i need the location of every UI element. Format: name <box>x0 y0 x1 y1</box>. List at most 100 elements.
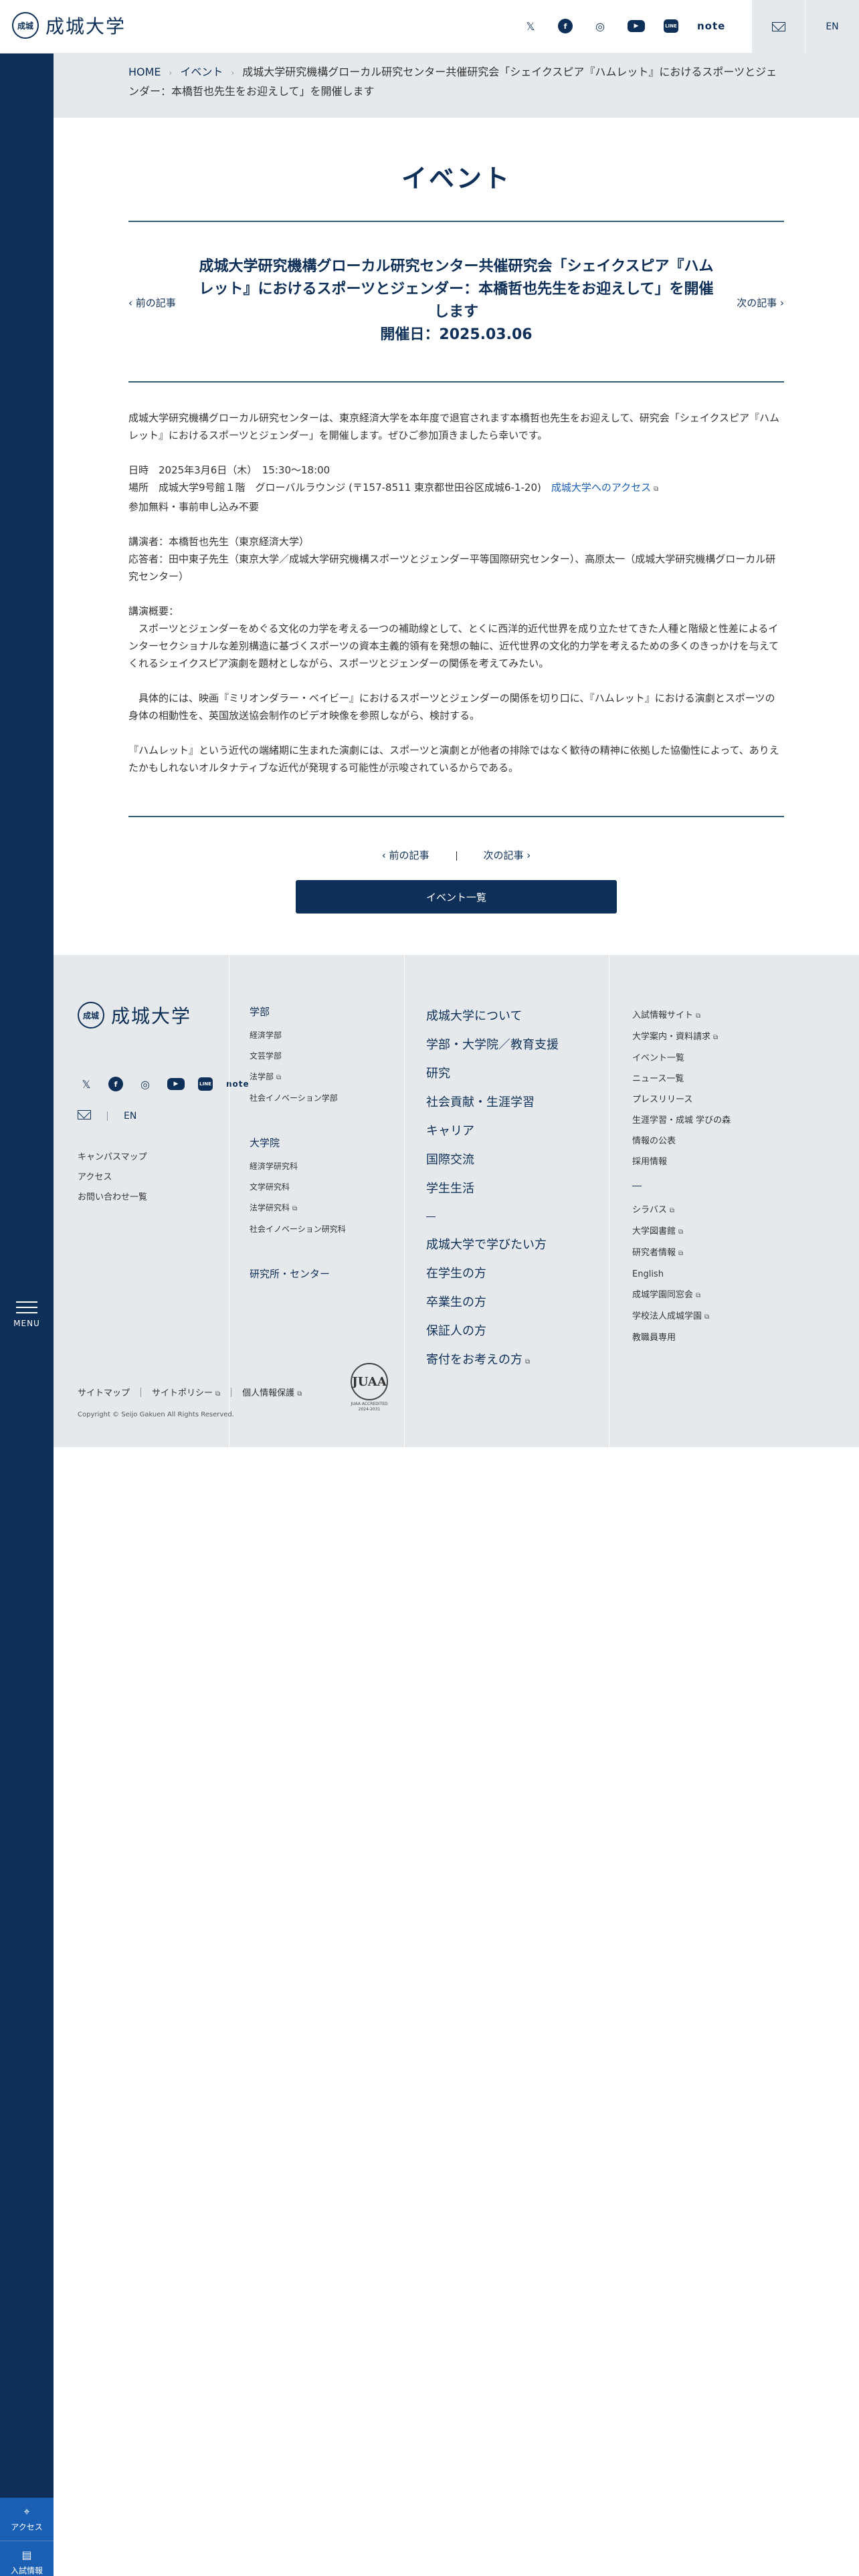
instagram-icon[interactable]: ◎ <box>136 1075 154 1093</box>
campus-map-link[interactable]: キャンパスマップ <box>78 1148 147 1168</box>
accreditation-seal-icon: JUAA <box>351 1363 388 1400</box>
access-link[interactable]: 成城大学へのアクセス ⧉ <box>551 481 658 494</box>
facebook-icon[interactable]: f <box>558 19 573 33</box>
summary-paragraph-3: 『ハムレット』という近代の端緒期に生まれた演劇には、スポーツと演劇とが他者の排除… <box>128 744 779 774</box>
breadcrumb-home[interactable]: HOME <box>128 66 161 78</box>
alumni-association-link[interactable]: 成城学園同窓会 ⧉ <box>632 1285 731 1306</box>
admissions-site-label: 入試情報サイト <box>632 1010 694 1021</box>
note-icon[interactable]: note <box>697 17 725 35</box>
current-students-link[interactable]: 在学生の方 <box>426 1259 559 1288</box>
external-link-icon: ⧉ <box>525 1358 531 1366</box>
document-icon: ▤ <box>21 2548 32 2561</box>
grad-economics-link[interactable]: 経済学研究科 <box>250 1156 346 1177</box>
grad-law-link[interactable]: 法学研究科 ⧉ <box>250 1198 346 1219</box>
graduate-heading[interactable]: 大学院 <box>250 1133 346 1154</box>
external-link-icon: ⧉ <box>669 1207 675 1214</box>
youtube-icon[interactable]: ▶ <box>628 20 645 32</box>
news-list-link[interactable]: ニュース一覧 <box>632 1069 731 1089</box>
menu-button[interactable]: MENU <box>0 1297 54 1328</box>
lifelong-learning-link[interactable]: 生涯学習・成城 学びの森 <box>632 1110 731 1131</box>
social-links: 𝕏 f ◎ ▶ LINE note <box>522 17 725 35</box>
contact-mail-button[interactable] <box>752 0 805 53</box>
prev-article-link-bottom[interactable]: ‹ 前の記事 <box>382 849 430 861</box>
breadcrumb-events[interactable]: イベント <box>180 66 223 78</box>
footer-logo[interactable]: 成城 成城大学 <box>78 1002 191 1029</box>
faculty-economics-link[interactable]: 経済学部 <box>250 1025 338 1046</box>
article-body: 成城大学研究機構グローカル研究センターは、東京経済大学を本年度で退官されます本橋… <box>128 409 784 794</box>
footer-col-main: 成城大学について 学部・大学院／教育支援 研究 社会貢献・生涯学習 キャリア 国… <box>404 955 609 1447</box>
international-link[interactable]: 国際交流 <box>426 1146 559 1174</box>
sitemap-link[interactable]: サイトマップ <box>78 1386 130 1398</box>
footer-col-brand: 成城 成城大学 𝕏 f ◎ ▶ LINE note EN キャンパスマップ アク… <box>54 955 249 1447</box>
about-link[interactable]: 成城大学について <box>426 1002 559 1031</box>
footer-mail-link[interactable] <box>78 1110 91 1122</box>
seijo-gakuen-link[interactable]: 学校法人成城学園 ⧉ <box>632 1306 731 1327</box>
copyright: Copyright © Seijo Gakuen All Rights Rese… <box>78 1411 234 1418</box>
facebook-icon[interactable]: f <box>108 1077 123 1091</box>
brochure-link[interactable]: 大学案内・資料請求 ⧉ <box>632 1027 731 1048</box>
prev-article-link[interactable]: ‹ 前の記事 <box>128 296 176 310</box>
next-article-label: 次の記事 <box>737 297 777 309</box>
instagram-icon[interactable]: ◎ <box>591 17 609 35</box>
staff-only-link[interactable]: 教職員専用 <box>632 1327 731 1348</box>
events-list-link[interactable]: イベント一覧 <box>632 1048 731 1069</box>
faculty-arts-link[interactable]: 文芸学部 <box>250 1046 338 1067</box>
inquiry-list-link[interactable]: お問い合わせ一覧 <box>78 1188 147 1208</box>
prospective-students-link[interactable]: 成城大学で学びたい方 <box>426 1230 559 1259</box>
social-contribution-link[interactable]: 社会貢献・生涯学習 <box>426 1088 559 1117</box>
faculties-heading[interactable]: 学部 <box>250 1002 338 1023</box>
side-admission-link[interactable]: ▤ 入試情報 <box>0 2541 54 2576</box>
x-icon[interactable]: 𝕏 <box>522 17 539 35</box>
disclosure-link[interactable]: 情報の公表 <box>632 1131 731 1152</box>
library-link[interactable]: 大学図書館 ⧉ <box>632 1221 731 1243</box>
chevron-right-icon: › <box>231 68 235 78</box>
chevron-right-icon: › <box>777 297 784 309</box>
footer-english-link[interactable]: EN <box>124 1111 136 1121</box>
grad-literature-link[interactable]: 文学研究科 <box>250 1177 346 1198</box>
student-life-link[interactable]: 学生生活 <box>426 1174 559 1203</box>
guardians-link[interactable]: 保証人の方 <box>426 1317 559 1346</box>
next-article-link[interactable]: 次の記事 › <box>737 296 784 310</box>
grad-innovation-link[interactable]: 社会イノベーション研究科 <box>250 1219 346 1240</box>
faculty-law-link[interactable]: 法学部 ⧉ <box>250 1067 338 1088</box>
divider <box>140 1387 142 1397</box>
side-access-link[interactable]: ⌖ アクセス <box>0 2498 54 2541</box>
donation-link[interactable]: 寄付をお考えの方 ⧉ <box>426 1346 559 1376</box>
alumni-link[interactable]: 卒業生の方 <box>426 1288 559 1317</box>
external-link-icon: ⧉ <box>292 1205 298 1212</box>
x-icon[interactable]: 𝕏 <box>78 1075 95 1093</box>
privacy-link[interactable]: 個人情報保護 ⧉ <box>242 1386 302 1398</box>
footer-access-link[interactable]: アクセス <box>78 1168 147 1188</box>
press-release-link[interactable]: プレスリリース <box>632 1089 731 1110</box>
event-place: 場所 成城大学9号館１階 グローバルラウンジ (〒157-8511 東京都世田谷… <box>128 481 541 494</box>
english-button[interactable]: EN <box>805 0 859 53</box>
grad-law-label: 法学研究科 <box>250 1203 290 1212</box>
intro-text: 成城大学研究機構グローカル研究センターは、東京経済大学を本年度で退官されます本橋… <box>128 412 780 441</box>
external-link-icon: ⧉ <box>297 1390 302 1398</box>
chevron-right-icon: › <box>523 849 531 861</box>
recruitment-link[interactable]: 採用情報 <box>632 1152 731 1172</box>
pin-icon: ⌖ <box>23 2504 30 2518</box>
site-logo-text: 成城大学 <box>45 15 126 37</box>
academics-link[interactable]: 学部・大学院／教育支援 <box>426 1031 559 1059</box>
career-link[interactable]: キャリア <box>426 1117 559 1146</box>
site-logo[interactable]: 成城 成城大学 <box>12 12 126 39</box>
event-list-button[interactable]: イベント一覧 <box>296 880 617 914</box>
youtube-icon[interactable]: ▶ <box>167 1078 185 1090</box>
research-institutes-link[interactable]: 研究所・センター <box>250 1264 330 1285</box>
line-icon[interactable]: LINE <box>664 19 678 33</box>
external-link-icon: ⧉ <box>678 1250 684 1257</box>
article-header: ‹ 前の記事 成城大学研究機構グローカル研究センター共催研究会「シェイクスピア『… <box>128 222 784 383</box>
researcher-info-link[interactable]: 研究者情報 ⧉ <box>632 1243 731 1264</box>
side-quick-links: ⌖ アクセス ▤ 入試情報 ⌕ 検索 <box>0 2498 54 2576</box>
breadcrumb: HOME › イベント › 成城大学研究機構グローカル研究センター共催研究会「シェイクス… <box>128 63 784 100</box>
line-icon[interactable]: LINE <box>198 1077 213 1091</box>
research-link[interactable]: 研究 <box>426 1059 559 1088</box>
footer-utility-links: キャンパスマップ アクセス お問い合わせ一覧 <box>78 1148 147 1208</box>
admissions-site-link[interactable]: 入試情報サイト ⧉ <box>632 1005 731 1027</box>
faculty-innovation-link[interactable]: 社会イノベーション学部 <box>250 1088 338 1109</box>
english-site-link[interactable]: English <box>632 1264 731 1285</box>
next-article-link-bottom[interactable]: 次の記事 › <box>484 849 531 861</box>
syllabus-link[interactable]: シラバス ⧉ <box>632 1200 731 1221</box>
site-policy-link[interactable]: サイトポリシー ⧉ <box>152 1386 220 1398</box>
